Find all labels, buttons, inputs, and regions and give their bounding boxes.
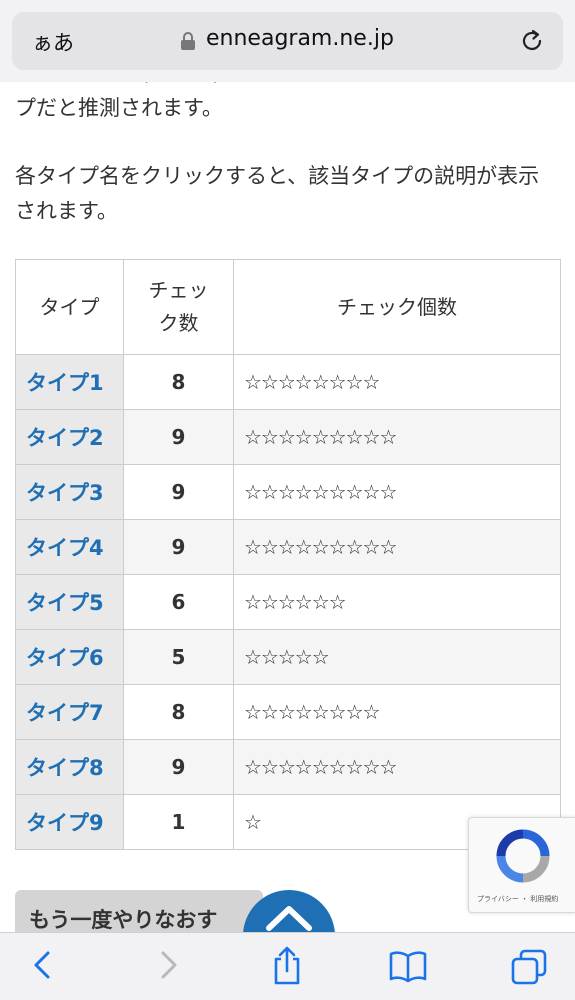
table-header-row: タイプ チェック数 チェック個数	[15, 259, 561, 355]
recaptcha-icon	[496, 829, 550, 883]
table-row: タイプ8 9 ☆☆☆☆☆☆☆☆☆	[15, 739, 561, 795]
stars-cell: ☆☆☆☆☆☆☆☆☆	[233, 519, 561, 575]
browser-address-bar-area: ぁあ enneagram.ne.jp	[0, 0, 575, 82]
type-cell: タイプ3	[15, 464, 124, 520]
table-row: タイプ1 8 ☆☆☆☆☆☆☆☆	[15, 354, 561, 410]
type-link[interactable]: タイプ8	[26, 756, 104, 780]
type-cell: タイプ9	[15, 794, 124, 850]
recaptcha-links[interactable]: プライバシー ・ 利用規約	[477, 894, 558, 904]
type-cell: タイプ5	[15, 574, 124, 630]
count-cell: 6	[123, 574, 234, 630]
result-description: タツ有りた数(黄の数)がタいタイプが、あなたの性格タイプだと推測されます。	[15, 82, 556, 120]
table-row: タイプ2 9 ☆☆☆☆☆☆☆☆☆	[15, 409, 561, 465]
stars-cell: ☆☆☆☆☆☆☆☆☆	[233, 464, 561, 520]
type-link[interactable]: タイプ9	[26, 811, 104, 835]
header-check-stars: チェック個数	[233, 259, 561, 355]
recaptcha-badge[interactable]: プライバシー ・ 利用規約	[468, 817, 575, 913]
reload-icon[interactable]	[519, 28, 545, 58]
type-link[interactable]: タイプ1	[26, 371, 104, 395]
address-bar[interactable]: ぁあ enneagram.ne.jp	[12, 12, 563, 70]
browser-toolbar	[0, 932, 575, 1000]
type-link[interactable]: タイプ4	[26, 536, 104, 560]
stars-cell: ☆☆☆☆☆☆	[233, 574, 561, 630]
forward-icon[interactable]	[155, 949, 181, 985]
table-row: タイプ7 8 ☆☆☆☆☆☆☆☆	[15, 684, 561, 740]
type-cell: タイプ8	[15, 739, 124, 795]
chevron-up-icon	[266, 906, 312, 931]
type-link[interactable]: タイプ3	[26, 481, 104, 505]
page-content: タツ有りた数(黄の数)がタいタイプが、あなたの性格タイプだと推測されます。 各タ…	[0, 82, 575, 932]
type-link[interactable]: タイプ2	[26, 426, 104, 450]
lock-icon	[180, 31, 196, 55]
bookmarks-icon[interactable]	[388, 949, 428, 987]
type-cell: タイプ2	[15, 409, 124, 465]
header-type: タイプ	[15, 259, 124, 355]
url-text[interactable]: enneagram.ne.jp	[206, 26, 394, 51]
count-cell: 8	[123, 354, 234, 410]
tabs-icon[interactable]	[510, 949, 548, 989]
count-cell: 9	[123, 739, 234, 795]
type-cell: タイプ4	[15, 519, 124, 575]
share-icon[interactable]	[270, 945, 304, 989]
scroll-to-top-button[interactable]	[243, 890, 335, 932]
count-cell: 9	[123, 464, 234, 520]
count-cell: 9	[123, 519, 234, 575]
check-count-table: タイプ チェック数 チェック個数 タイプ1 8 ☆☆☆☆☆☆☆☆ タイプ2 9 …	[15, 259, 561, 850]
type-link[interactable]: タイプ6	[26, 646, 104, 670]
stars-cell: ☆☆☆☆☆☆☆☆	[233, 354, 561, 410]
table-row: タイプ3 9 ☆☆☆☆☆☆☆☆☆	[15, 464, 561, 520]
header-check-count: チェック数	[123, 259, 234, 355]
type-link[interactable]: タイプ5	[26, 591, 104, 615]
click-instruction: 各タイプ名をクリックすると、該当タイプの説明が表示されます。	[15, 164, 540, 223]
stars-cell: ☆☆☆☆☆☆☆☆☆	[233, 739, 561, 795]
count-cell: 1	[123, 794, 234, 850]
back-icon[interactable]	[30, 949, 56, 985]
type-cell: タイプ6	[15, 629, 124, 685]
type-cell: タイプ1	[15, 354, 124, 410]
stars-cell: ☆☆☆☆☆	[233, 629, 561, 685]
table-row: タイプ4 9 ☆☆☆☆☆☆☆☆☆	[15, 519, 561, 575]
type-link[interactable]: タイプ7	[26, 701, 104, 725]
count-cell: 9	[123, 409, 234, 465]
stars-cell: ☆☆☆☆☆☆☆☆	[233, 684, 561, 740]
table-row: タイプ6 5 ☆☆☆☆☆	[15, 629, 561, 685]
count-cell: 8	[123, 684, 234, 740]
type-cell: タイプ7	[15, 684, 124, 740]
text-size-button[interactable]: ぁあ	[32, 27, 74, 57]
stars-cell: ☆☆☆☆☆☆☆☆☆	[233, 409, 561, 465]
table-row: タイプ5 6 ☆☆☆☆☆☆	[15, 574, 561, 630]
retry-button[interactable]: もう一度やりなおす	[15, 890, 263, 932]
count-cell: 5	[123, 629, 234, 685]
